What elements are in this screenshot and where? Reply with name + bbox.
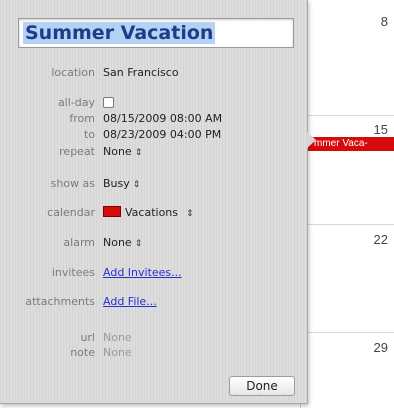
to-label: to	[83, 128, 95, 141]
stepper-arrows-icon: ⇕	[132, 180, 141, 190]
repeat-value: None	[103, 145, 132, 158]
week-divider	[300, 224, 394, 225]
day-number[interactable]: 22	[374, 232, 388, 247]
event-title-field[interactable]: Summer Vacation	[18, 18, 294, 48]
attachments-label: attachments	[25, 295, 95, 308]
alarm-label: alarm	[63, 236, 95, 249]
all-day-label: all-day	[57, 96, 95, 109]
event-editor-popover: Summer Vacation location San Francisco a…	[0, 0, 308, 404]
add-invitees-link[interactable]: Add Invitees...	[103, 266, 182, 279]
location-label: location	[51, 66, 95, 79]
calendar-value: Vacations	[125, 206, 179, 219]
location-value[interactable]: San Francisco	[103, 66, 179, 79]
invitees-label: invitees	[51, 266, 95, 279]
day-number[interactable]: 15	[374, 122, 388, 137]
done-button[interactable]: Done	[229, 376, 295, 396]
to-datetime[interactable]: 08/23/2009 04:00 PM	[103, 128, 221, 141]
url-label: url	[80, 331, 95, 344]
note-value[interactable]: None	[103, 346, 132, 359]
day-number[interactable]: 29	[374, 340, 388, 355]
all-day-checkbox[interactable]	[103, 97, 114, 108]
url-value[interactable]: None	[103, 331, 132, 344]
event-title-text[interactable]: Summer Vacation	[23, 22, 216, 44]
week-divider	[300, 332, 394, 333]
note-label: note	[70, 346, 95, 359]
from-label: from	[69, 112, 95, 125]
alarm-popup[interactable]: None ⇕	[103, 236, 142, 249]
stepper-arrows-icon: ⇕	[134, 239, 143, 249]
calendar-popup[interactable]: Vacations ⇕	[103, 206, 194, 219]
add-file-link[interactable]: Add File...	[103, 295, 157, 308]
alarm-value: None	[103, 236, 132, 249]
day-number[interactable]: 8	[381, 14, 388, 29]
show-as-label: show as	[50, 177, 95, 190]
stepper-arrows-icon: ⇕	[134, 148, 143, 158]
repeat-popup[interactable]: None ⇕	[103, 145, 142, 158]
popover-pointer	[306, 131, 316, 149]
calendar-color-swatch	[103, 206, 121, 217]
calendar-label: calendar	[47, 206, 95, 219]
show-as-value: Busy	[103, 177, 130, 190]
from-datetime[interactable]: 08/15/2009 08:00 AM	[103, 112, 222, 125]
repeat-label: repeat	[59, 145, 95, 158]
week-divider	[300, 115, 394, 116]
stepper-arrows-icon: ⇕	[186, 209, 194, 219]
show-as-popup[interactable]: Busy ⇕	[103, 177, 140, 190]
